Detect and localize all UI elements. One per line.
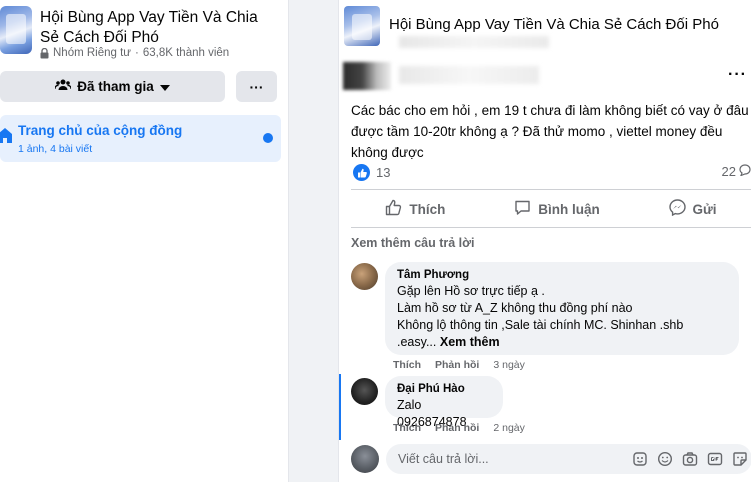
people-icon <box>54 79 72 94</box>
current-user-avatar[interactable] <box>351 445 379 473</box>
comment-text: Gặp lên Hồ sơ trực tiếp ạ . Làm hồ sơ từ… <box>397 283 727 351</box>
commenter-avatar[interactable] <box>351 378 378 405</box>
like-label: Thích <box>409 201 446 217</box>
caret-down-icon <box>159 79 170 94</box>
comment-time[interactable]: 2 ngày <box>493 422 525 434</box>
like-button[interactable]: Thích <box>385 199 445 219</box>
post-menu-button[interactable]: ··· <box>728 66 747 84</box>
group-cover-thumbnail[interactable] <box>0 6 32 54</box>
avatar-sticker-icon[interactable] <box>632 451 648 467</box>
reactions-summary[interactable]: 13 <box>353 164 390 181</box>
reply-tools <box>632 451 748 467</box>
comment-label: Bình luận <box>538 201 600 217</box>
lock-icon <box>40 47 49 59</box>
reply-composer <box>351 443 751 475</box>
comment-icon <box>514 199 531 219</box>
messenger-icon <box>668 199 686 219</box>
post-actions: Thích Bình luận Gửi <box>351 194 751 224</box>
comment-time[interactable]: 3 ngày <box>493 359 525 371</box>
comment-meta: Thích Phản hồi 3 ngày <box>393 359 525 371</box>
sidebar-item-community-home[interactable]: Trang chủ của cộng đồng 1 ảnh, 4 bài viế… <box>0 115 281 162</box>
community-home-sub: 1 ảnh, 4 bài viết <box>18 143 93 155</box>
divider <box>351 227 751 228</box>
post-group-name[interactable]: Hội Bùng App Vay Tiền Và Chia Sẻ Cách Đố… <box>389 16 719 33</box>
joined-label: Đã tham gia <box>77 79 154 94</box>
group-sidebar: Hội Bùng App Vay Tiền Và Chia Sẻ Cách Đố… <box>0 0 289 482</box>
comment-like-link[interactable]: Thích <box>393 422 421 434</box>
home-icon <box>0 127 12 148</box>
post-group-thumbnail[interactable] <box>344 6 380 46</box>
comment-button[interactable]: Bình luận <box>514 199 600 219</box>
sticker-icon[interactable] <box>732 451 748 467</box>
joined-button[interactable]: Đã tham gia <box>0 71 225 102</box>
thread-line <box>339 374 341 440</box>
comment-bubble: Tâm Phương Gặp lên Hồ sơ trực tiếp ạ . L… <box>385 262 739 355</box>
comment-reply-link[interactable]: Phản hồi <box>435 422 479 434</box>
comment-count[interactable]: 22 <box>722 164 751 179</box>
comment-bubble-icon <box>739 164 751 179</box>
divider <box>351 189 751 190</box>
group-meta: Nhóm Riêng tư · 63,8K thành viên <box>40 47 229 59</box>
like-count: 13 <box>376 165 391 180</box>
comment-count-value: 22 <box>721 164 736 179</box>
send-label: Gửi <box>692 201 717 217</box>
like-reaction-icon <box>353 164 370 181</box>
more-options-button[interactable]: ··· <box>236 71 277 102</box>
blurred-author-avatar <box>343 62 391 90</box>
send-button[interactable]: Gửi <box>668 199 717 219</box>
community-home-label: Trang chủ của cộng đồng <box>18 123 183 138</box>
group-privacy: Nhóm Riêng tư <box>53 47 132 59</box>
thumbs-up-icon <box>385 199 402 219</box>
group-title[interactable]: Hội Bùng App Vay Tiền Và Chia Sẻ Cách Đố… <box>40 8 280 48</box>
commenter-name[interactable]: Tâm Phương <box>397 268 727 283</box>
blurred-author-name <box>399 66 539 84</box>
camera-icon[interactable] <box>682 451 698 467</box>
commenter-avatar[interactable] <box>351 263 378 290</box>
unread-indicator <box>263 133 273 143</box>
comment-bubble: Đại Phú Hào Zalo 0926874878 <box>385 376 503 429</box>
see-more-replies-link[interactable]: Xem thêm câu trả lời <box>351 236 475 250</box>
comment-reply-link[interactable]: Phản hồi <box>435 359 479 371</box>
blurred-meta <box>399 36 549 48</box>
comment-like-link[interactable]: Thích <box>393 359 421 371</box>
group-members-count[interactable]: 63,8K thành viên <box>143 47 229 59</box>
see-more-link[interactable]: Xem thêm <box>440 335 500 349</box>
gif-icon[interactable] <box>707 451 723 467</box>
post-body: Các bác cho em hỏi , em 19 t chưa đi làm… <box>351 103 749 160</box>
post-card: Hội Bùng App Vay Tiền Và Chia Sẻ Cách Đố… <box>338 0 751 482</box>
emoji-icon[interactable] <box>657 451 673 467</box>
commenter-name[interactable]: Đại Phú Hào <box>397 382 491 397</box>
meta-separator: · <box>135 47 139 59</box>
comment-meta: Thích Phản hồi 2 ngày <box>393 422 525 434</box>
